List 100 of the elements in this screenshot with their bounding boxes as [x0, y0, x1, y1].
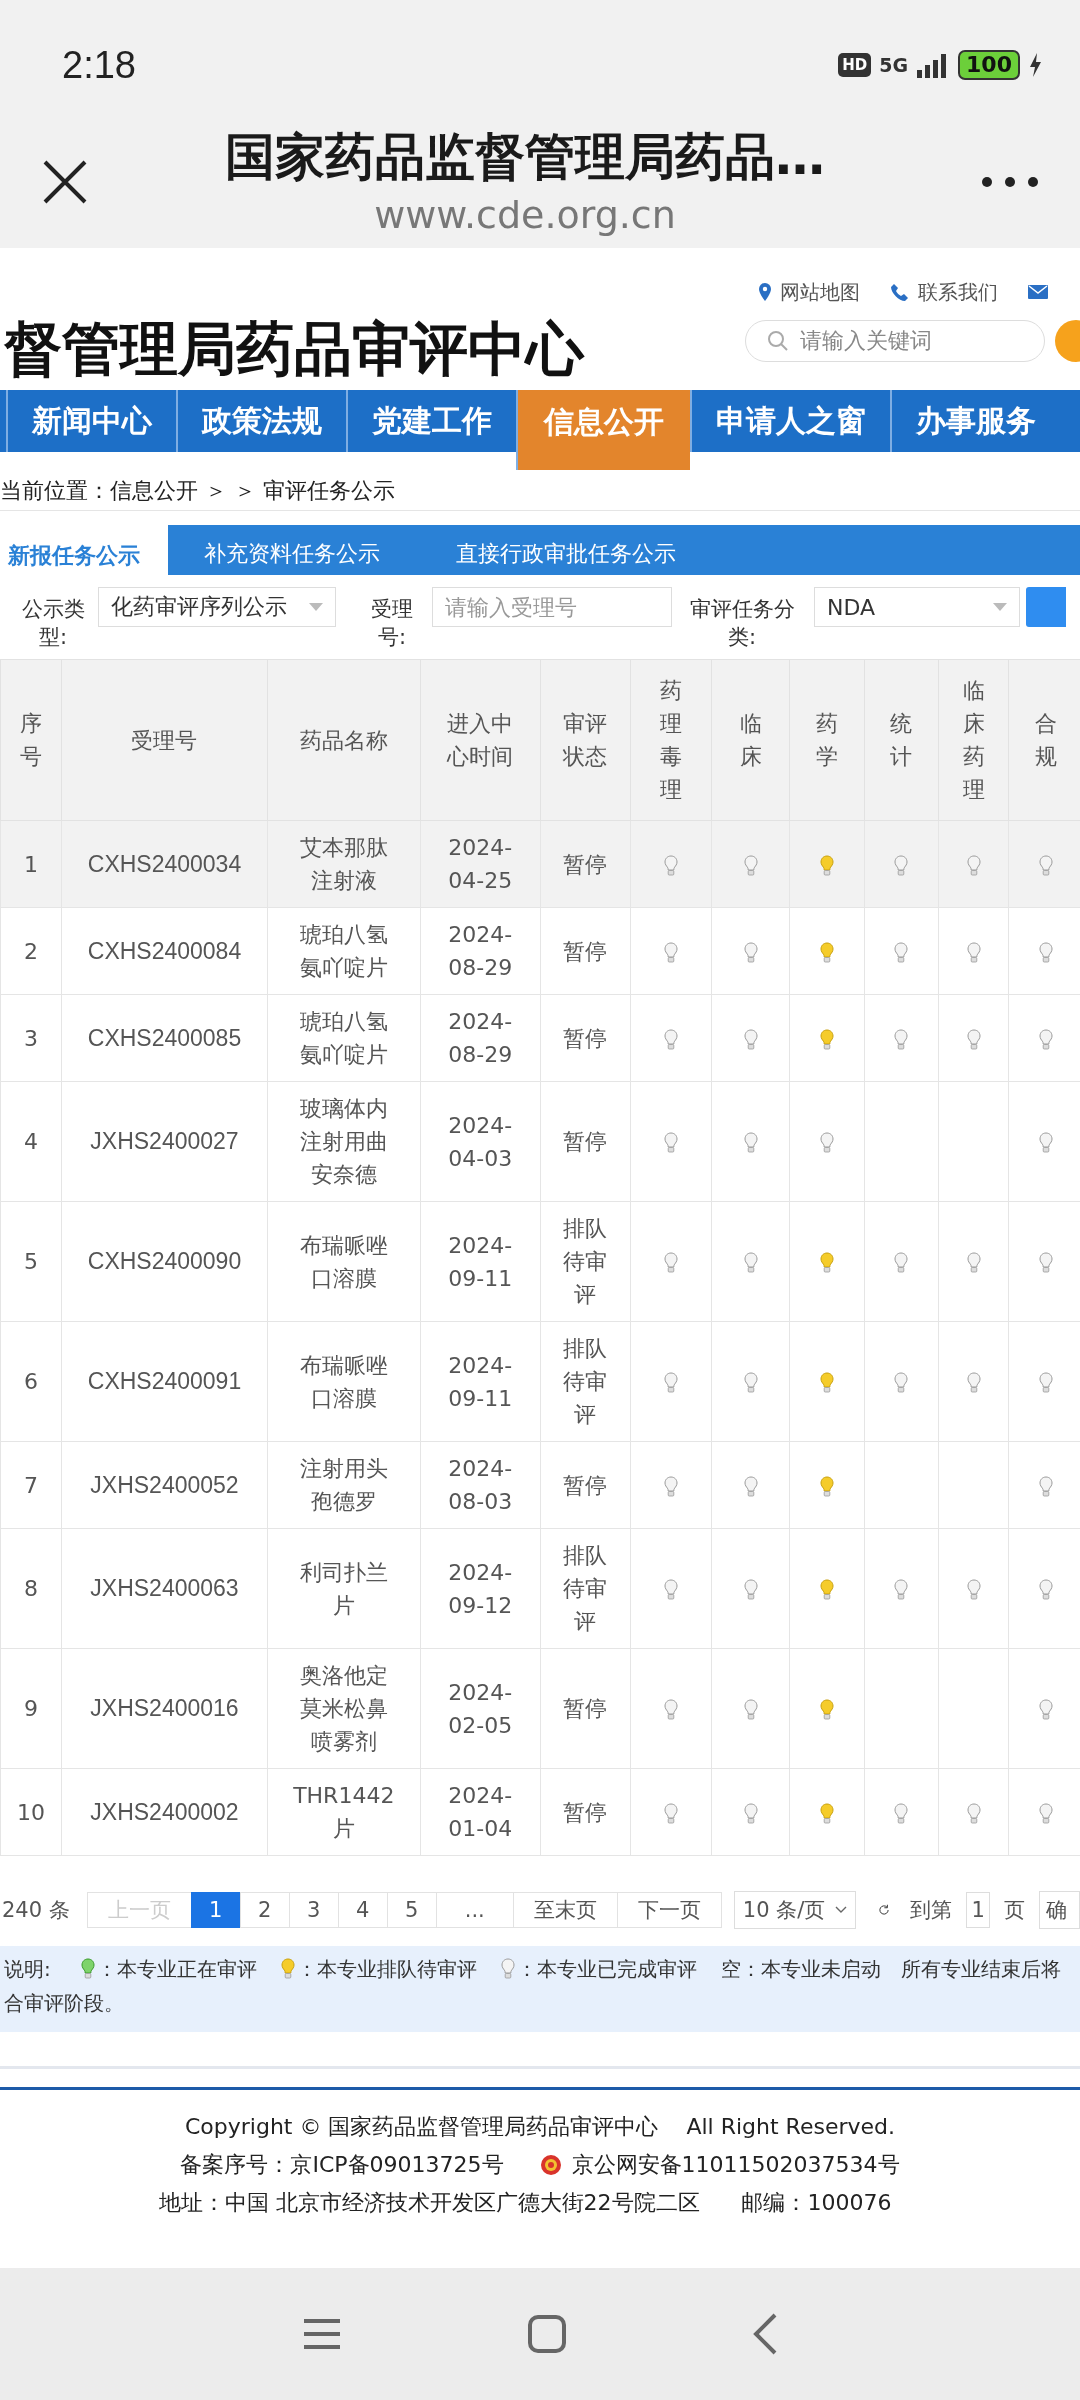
tab[interactable]: 新报任务公示 [0, 525, 168, 575]
table-cell: 2024-02-05 [420, 1648, 541, 1769]
page-size-dropdown[interactable]: 10 条/页 [733, 1891, 857, 1929]
lightbulb-icon [500, 1958, 515, 1980]
table-cell: 琥珀八氢氨吖啶片 [267, 907, 421, 995]
page-button[interactable]: 5 [386, 1892, 437, 1928]
lightbulb-icon [894, 854, 909, 877]
table-cell: 排队待审评 [540, 1528, 630, 1649]
table-cell: 艾本那肽注射液 [267, 820, 421, 908]
lightbulb-icon [743, 1252, 758, 1274]
table-cell: 2024-04-03 [420, 1081, 541, 1202]
lightbulb-icon [1039, 1802, 1054, 1825]
table-cell: JXHS2400027 [61, 1081, 268, 1202]
lightbulb-icon [743, 1372, 758, 1394]
lightbulb-icon [894, 941, 909, 964]
nav-item[interactable]: 申请人之窗 [690, 390, 890, 452]
page-unit-label: 页 [1004, 1897, 1025, 1924]
table-cell: 10 [0, 1768, 62, 1856]
home-icon[interactable] [527, 2314, 567, 2354]
lightbulb-icon [1039, 1475, 1054, 1498]
table-cell: 暂停 [540, 1768, 630, 1856]
lightbulb-icon [80, 1958, 95, 1980]
lightbulb-icon [820, 941, 835, 964]
filter-label: 审评任务分类: [688, 596, 796, 651]
tab[interactable]: 补充资料任务公示 [168, 539, 420, 575]
page-button[interactable]: 4 [337, 1892, 388, 1928]
dropdown[interactable]: 化药审评序列公示 [98, 587, 336, 627]
tab[interactable]: 直接行政审批任务公示 [420, 539, 716, 575]
table-cell: 布瑞哌唑口溶膜 [267, 1201, 421, 1322]
column-header: 药品名称 [267, 659, 421, 821]
page-button[interactable]: 1 [190, 1892, 241, 1928]
lightbulb-icon [820, 1028, 835, 1051]
lightbulb-icon [1039, 1699, 1054, 1721]
lightbulb-icon [743, 1802, 758, 1825]
table-cell: 2024-08-29 [420, 994, 541, 1082]
lightbulb-icon [966, 1802, 981, 1825]
top-link[interactable]: 联系我们 [890, 278, 998, 306]
legend-label: 说明: [4, 1955, 51, 1983]
lightbulb-icon [820, 1372, 835, 1394]
last-page-button[interactable]: 至末页 [512, 1892, 618, 1928]
lightbulb-icon [1039, 1252, 1054, 1274]
lightbulb-icon [820, 854, 835, 877]
copyright-text: Copyright © 国家药品监督管理局药品审评中心 All Right Reserved. [184, 2113, 895, 2141]
ellipsis-button[interactable]: ... [435, 1892, 514, 1928]
menu-icon[interactable] [302, 2317, 343, 2351]
lightbulb-icon [1039, 1132, 1054, 1154]
column-header: 进入中心时间 [420, 659, 541, 821]
mail-icon[interactable] [1028, 285, 1048, 299]
caret-icon [309, 603, 323, 611]
lightbulb-icon [663, 1372, 678, 1394]
lightbulb-icon [743, 941, 758, 964]
top-link[interactable]: 网站地图 [758, 278, 860, 306]
table-cell: 2024-08-03 [420, 1441, 541, 1529]
input-field[interactable]: 请输入受理号 [432, 587, 672, 627]
confirm-button[interactable]: 确 [1039, 1891, 1080, 1929]
lightbulb-icon [966, 941, 981, 964]
table-cell: 暂停 [540, 994, 630, 1082]
lightbulb-icon [1039, 1372, 1054, 1394]
column-header: 序号 [0, 659, 62, 821]
table-cell: 利司扑兰片 [267, 1528, 421, 1649]
page-button[interactable]: 2 [239, 1892, 290, 1928]
table-cell: 2024-09-11 [420, 1321, 541, 1442]
table-cell: 3 [0, 994, 62, 1082]
caret-icon [993, 603, 1007, 611]
nav-item[interactable]: 政策法规 [176, 390, 346, 452]
nav-item[interactable]: 办事服务 [890, 390, 1060, 452]
column-header: 临床药理 [938, 659, 1009, 821]
filter-label: 受理号: [370, 596, 414, 651]
total-count: 240 条 [2, 1897, 70, 1924]
page-number-field[interactable]: 1 [966, 1892, 990, 1928]
lightbulb-icon [663, 1475, 678, 1498]
dropdown[interactable]: NDA [814, 587, 1020, 627]
table-cell: 琥珀八氢氨吖啶片 [267, 994, 421, 1082]
search-field[interactable]: 请输入关键词 [745, 320, 1045, 362]
table-cell: 暂停 [540, 907, 630, 995]
back-icon[interactable] [751, 2312, 778, 2356]
table-cell: 4 [0, 1081, 62, 1202]
lightbulb-icon [894, 1028, 909, 1051]
goto-label: 到第 [910, 1897, 953, 1924]
lightbulb-icon [743, 854, 758, 877]
lightbulb-icon [820, 1252, 835, 1274]
breadcrumb: 当前位置：信息公开 ＞ ＞ 审评任务公示 [0, 470, 1080, 511]
column-header: 药学 [789, 659, 865, 821]
next-page-button[interactable]: 下一页 [616, 1892, 722, 1928]
table-cell: 5 [0, 1201, 62, 1322]
table-cell: 1 [0, 820, 62, 908]
lightbulb-icon [1039, 854, 1054, 877]
table-cell: 2024-08-29 [420, 907, 541, 995]
table-cell: 注射用头孢德罗 [267, 1441, 421, 1529]
lightbulb-icon [820, 1699, 835, 1721]
page-button[interactable]: 3 [288, 1892, 339, 1928]
filter-label: 公示类型: [20, 596, 86, 651]
lightbulb-icon [1039, 1579, 1054, 1601]
table-cell: 暂停 [540, 1081, 630, 1202]
table-cell: 2024-04-25 [420, 820, 541, 908]
lightbulb-icon [663, 1579, 678, 1601]
lightbulb-icon [663, 941, 678, 964]
network-label: 5G [879, 54, 909, 76]
nav-item[interactable]: 新闻中心 [6, 390, 176, 452]
more-icon[interactable] [980, 175, 1040, 189]
